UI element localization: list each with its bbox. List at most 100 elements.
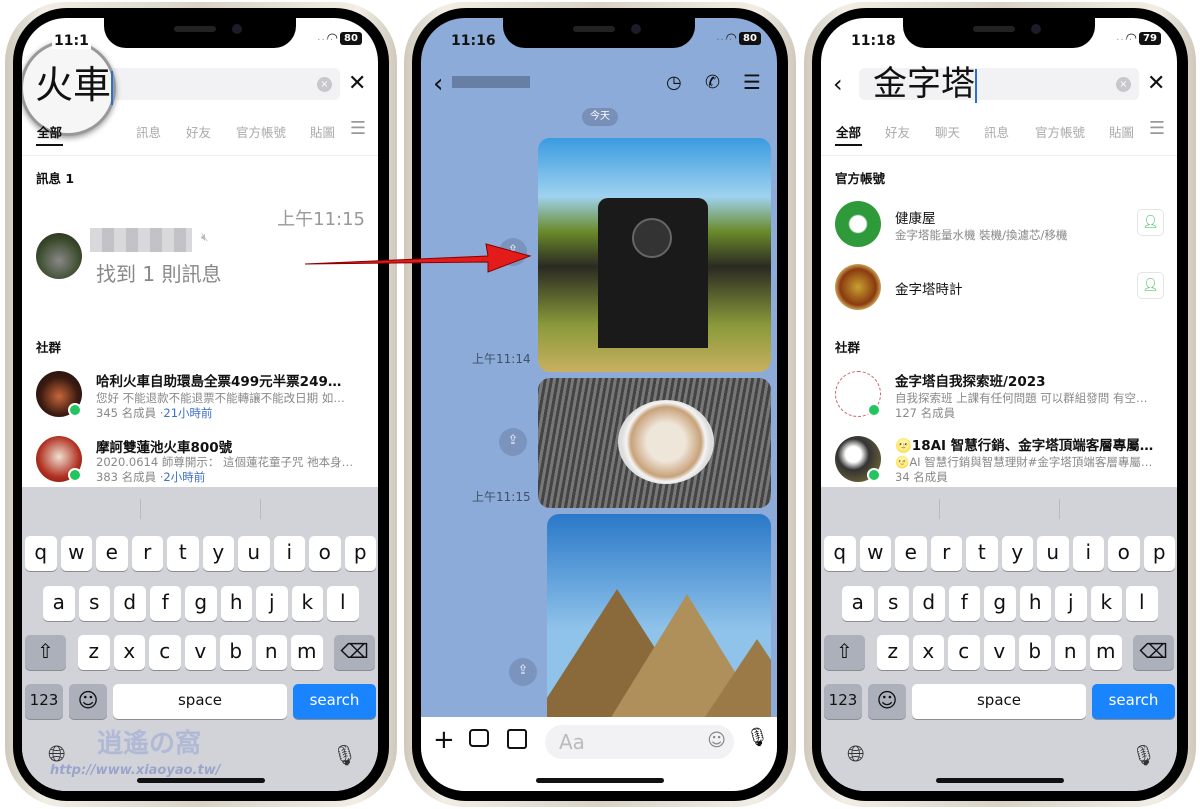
key-b[interactable]: b: [1019, 635, 1051, 670]
key-l[interactable]: l: [327, 586, 359, 621]
share-icon[interactable]: ⇪: [499, 238, 527, 266]
key-g[interactable]: g: [984, 586, 1016, 621]
key-r[interactable]: r: [930, 536, 962, 571]
menu-icon[interactable]: ☰: [1149, 118, 1165, 139]
tab-official[interactable]: 官方帳號: [236, 122, 286, 141]
back-button[interactable]: ‹: [833, 68, 843, 100]
key-c[interactable]: c: [149, 635, 181, 670]
key-x[interactable]: x: [113, 635, 145, 670]
key-o[interactable]: o: [309, 536, 341, 571]
key-v[interactable]: v: [184, 635, 216, 670]
space-key[interactable]: space: [912, 684, 1086, 719]
suggestion-bar[interactable]: [22, 487, 378, 523]
emoji-key[interactable]: ☺: [69, 684, 107, 719]
key-a[interactable]: a: [842, 586, 874, 621]
tab-messages[interactable]: 訊息: [136, 122, 161, 141]
key-q[interactable]: q: [824, 536, 856, 571]
tab-all[interactable]: 全部: [834, 122, 863, 146]
tab-stickers[interactable]: 貼圖: [1109, 122, 1134, 141]
key-b[interactable]: b: [220, 635, 252, 670]
message-input[interactable]: Aa ☺: [545, 725, 734, 759]
key-d[interactable]: d: [913, 586, 945, 621]
key-d[interactable]: d: [114, 586, 146, 621]
key-n[interactable]: n: [255, 635, 287, 670]
key-f[interactable]: f: [149, 586, 181, 621]
search-input[interactable]: 金字塔 ×: [859, 64, 1139, 104]
share-icon[interactable]: ⇪: [509, 658, 537, 686]
key-u[interactable]: u: [238, 536, 270, 571]
backspace-key[interactable]: ⌫: [1133, 635, 1174, 670]
tab-all[interactable]: 全部: [35, 122, 64, 146]
key-a[interactable]: a: [43, 586, 75, 621]
key-t[interactable]: t: [966, 536, 998, 571]
key-s[interactable]: s: [78, 586, 110, 621]
close-button[interactable]: ✕: [1147, 68, 1165, 100]
mic-icon[interactable]: 🎙︎: [1131, 743, 1156, 767]
globe-icon[interactable]: 🌐︎: [847, 742, 865, 767]
back-button[interactable]: ‹: [433, 68, 443, 100]
tab-stickers[interactable]: 貼圖: [310, 122, 335, 141]
key-k[interactable]: k: [1090, 586, 1122, 621]
key-u[interactable]: u: [1037, 536, 1069, 571]
key-e[interactable]: e: [96, 536, 128, 571]
coffee-photo[interactable]: [538, 378, 771, 508]
key-j[interactable]: j: [256, 586, 288, 621]
close-button[interactable]: ✕: [348, 68, 366, 100]
emoji-icon[interactable]: ☺: [707, 730, 726, 751]
search-history-icon[interactable]: ◷: [666, 72, 682, 93]
plus-icon[interactable]: +: [433, 725, 455, 755]
clear-icon[interactable]: ×: [317, 77, 332, 92]
key-y[interactable]: y: [1001, 536, 1033, 571]
camera-icon[interactable]: [469, 729, 489, 747]
key-l[interactable]: l: [1126, 586, 1158, 621]
shift-key[interactable]: ⇧: [824, 635, 865, 670]
key-p[interactable]: p: [344, 536, 376, 571]
key-m[interactable]: m: [291, 635, 323, 670]
clear-icon[interactable]: ×: [1116, 77, 1131, 92]
key-z[interactable]: z: [78, 635, 110, 670]
key-w[interactable]: w: [60, 536, 92, 571]
numbers-key[interactable]: 123: [824, 684, 862, 719]
key-k[interactable]: k: [291, 586, 323, 621]
key-i[interactable]: i: [273, 536, 305, 571]
key-w[interactable]: w: [859, 536, 891, 571]
key-c[interactable]: c: [948, 635, 980, 670]
key-z[interactable]: z: [877, 635, 909, 670]
pyramid-photo[interactable]: [547, 514, 771, 724]
image-icon[interactable]: [507, 729, 527, 749]
mic-icon[interactable]: 🎙︎: [332, 743, 357, 767]
key-j[interactable]: j: [1055, 586, 1087, 621]
add-friend-button[interactable]: 👤︎: [1137, 272, 1164, 299]
shift-key[interactable]: ⇧: [25, 635, 66, 670]
share-icon[interactable]: ⇪: [499, 428, 527, 456]
tab-messages[interactable]: 訊息: [984, 122, 1009, 141]
search-key[interactable]: search: [293, 684, 376, 719]
key-r[interactable]: r: [131, 536, 163, 571]
mic-icon[interactable]: 🎙︎: [746, 727, 769, 748]
tab-official[interactable]: 官方帳號: [1035, 122, 1085, 141]
key-e[interactable]: e: [895, 536, 927, 571]
key-g[interactable]: g: [185, 586, 217, 621]
menu-icon[interactable]: ☰: [350, 118, 366, 139]
train-photo[interactable]: [538, 138, 771, 372]
suggestion-bar[interactable]: [821, 487, 1177, 523]
phone-icon[interactable]: ✆: [705, 72, 720, 93]
key-t[interactable]: t: [167, 536, 199, 571]
add-friend-button[interactable]: 👤︎: [1137, 209, 1164, 236]
key-n[interactable]: n: [1054, 635, 1086, 670]
tab-friends[interactable]: 好友: [885, 122, 910, 141]
backspace-key[interactable]: ⌫: [334, 635, 375, 670]
key-h[interactable]: h: [220, 586, 252, 621]
key-x[interactable]: x: [912, 635, 944, 670]
tab-chats[interactable]: 聊天: [935, 122, 960, 141]
search-key[interactable]: search: [1092, 684, 1175, 719]
key-i[interactable]: i: [1072, 536, 1104, 571]
menu-icon[interactable]: ☰: [743, 70, 761, 94]
space-key[interactable]: space: [113, 684, 287, 719]
key-p[interactable]: p: [1143, 536, 1175, 571]
emoji-key[interactable]: ☺: [868, 684, 906, 719]
key-m[interactable]: m: [1090, 635, 1122, 670]
key-o[interactable]: o: [1108, 536, 1140, 571]
key-f[interactable]: f: [948, 586, 980, 621]
key-h[interactable]: h: [1019, 586, 1051, 621]
